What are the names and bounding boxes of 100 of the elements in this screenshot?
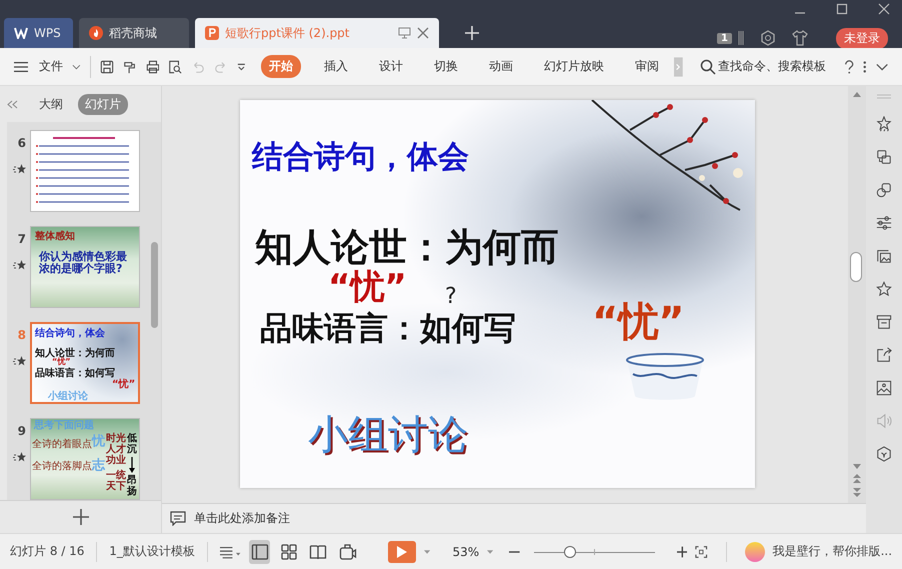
hexagon-icon[interactable] xyxy=(760,30,776,46)
document-tab[interactable]: WPS xyxy=(4,18,73,48)
thumbnail-text: 品味语言：如何写 xyxy=(35,368,115,379)
comment-icon xyxy=(170,511,186,526)
save-icon[interactable] xyxy=(100,58,114,74)
thumbnail-text: 全诗的着眼点 xyxy=(32,439,92,450)
ribbon-tab[interactable]: 设计 xyxy=(371,55,412,78)
add-slide-icon[interactable] xyxy=(72,509,88,525)
slide-number: 6 xyxy=(18,136,26,150)
zoom-in-icon[interactable] xyxy=(676,546,688,558)
slide-thumbnail[interactable]: 整体感知 你认为感情色彩最浓的是哪个字眼? xyxy=(30,226,140,308)
slide-thumbnail[interactable]: 结合诗句，体会 知人论世：为何而 “忧” 品味语言：如何写 “忧” 小组讨论 xyxy=(30,322,140,404)
copy-icon[interactable] xyxy=(876,149,892,165)
ribbon-tab[interactable]: 审阅 xyxy=(627,55,668,78)
slide-canvas[interactable]: 结合诗句，体会 知人论世：为何而 “忧” ? 品味语言：如何写 “忧” 小组讨论 xyxy=(240,100,755,488)
thumbnail-text: 一统天下 xyxy=(106,470,126,492)
presentation-file-icon xyxy=(205,26,219,40)
previous-slide-icon[interactable] xyxy=(853,474,861,483)
emphasis-text: “忧” xyxy=(328,270,407,304)
scroll-up-icon[interactable] xyxy=(853,92,861,97)
zoom-level[interactable]: 53% xyxy=(452,544,480,558)
columns-icon xyxy=(738,31,744,45)
template-name[interactable]: 1_默认设计模板 xyxy=(109,543,195,560)
image-gallery-icon[interactable] xyxy=(876,248,892,264)
thumbnail-heading: 整体感知 xyxy=(35,231,75,242)
scroll-down-icon[interactable] xyxy=(853,464,861,469)
ribbon-tab[interactable]: 动画 xyxy=(481,55,522,78)
thumbnail-text: 低沉 xyxy=(127,433,137,455)
thumbnail-text: 全诗的落脚点 xyxy=(32,461,92,472)
window-count-badge[interactable]: 1 xyxy=(717,32,732,44)
preview-icon[interactable] xyxy=(168,58,182,74)
ribbon-tab[interactable]: 切换 xyxy=(426,55,466,78)
drag-handle-icon xyxy=(877,94,891,99)
star-icon[interactable] xyxy=(876,281,892,297)
file-menu[interactable]: 文件 xyxy=(38,58,63,75)
shirt-icon[interactable] xyxy=(792,30,808,46)
slide-thumbnail[interactable] xyxy=(30,130,140,212)
archive-icon[interactable] xyxy=(876,314,892,330)
ribbon-tab[interactable]: 插入 xyxy=(316,55,356,78)
collapse-ribbon-icon[interactable] xyxy=(876,62,888,70)
slide-number: 7 xyxy=(18,232,26,246)
assistant-prompt[interactable]: 我是壁行，帮你排版... xyxy=(772,543,892,560)
thumbnail-text: 忧 xyxy=(92,435,105,450)
shapes-icon[interactable] xyxy=(876,182,892,198)
slide-footer-text: 小组讨论 xyxy=(308,415,468,455)
slide-number: 8 xyxy=(18,328,26,342)
normal-view-button[interactable] xyxy=(249,540,270,564)
help-icon[interactable] xyxy=(844,58,854,74)
play-icon xyxy=(396,544,408,558)
emphasis-text: “忧” xyxy=(592,302,685,342)
command-search[interactable]: 查找命令、搜索模板 xyxy=(700,58,826,75)
question-mark: ? xyxy=(445,286,457,308)
thumbnail-text: 小组讨论 xyxy=(48,391,88,402)
thumbnail-text: 时光人才功业 xyxy=(106,433,126,466)
monitor-icon[interactable] xyxy=(398,27,411,39)
more-icon[interactable] xyxy=(863,60,867,74)
w-logo-icon xyxy=(14,27,28,39)
sliders-icon[interactable] xyxy=(876,215,892,231)
slide-text: 品味语言：如何写 xyxy=(260,312,516,344)
image-icon[interactable] xyxy=(876,380,892,396)
panel-tab[interactable]: 大纲 xyxy=(32,94,70,114)
close-icon[interactable] xyxy=(878,3,890,15)
align-menu-icon[interactable] xyxy=(220,544,242,558)
animation-star-icon xyxy=(13,452,26,463)
thumbnail-text: 昂扬 xyxy=(127,475,137,497)
slide-title: 结合诗句，体会 xyxy=(252,142,469,173)
login-button[interactable]: 未登录 xyxy=(836,28,888,48)
slide-counter: 幻灯片 8 / 16 xyxy=(10,543,84,560)
ribbon-tab[interactable]: 幻灯片放映 xyxy=(536,55,612,78)
play-slideshow-button[interactable] xyxy=(388,540,416,562)
flame-icon xyxy=(89,26,103,40)
down-arrow-icon xyxy=(129,457,135,473)
maximize-icon[interactable] xyxy=(836,3,848,15)
next-slide-icon[interactable] xyxy=(853,488,861,497)
animation-star-icon xyxy=(13,260,26,271)
animation-star-icon xyxy=(13,356,26,367)
scrollbar-thumb[interactable] xyxy=(151,242,158,328)
shield-icon[interactable] xyxy=(876,446,892,462)
slide-number: 9 xyxy=(18,424,26,438)
share-icon[interactable] xyxy=(876,347,892,363)
slider-thumb[interactable] xyxy=(564,546,576,558)
close-icon[interactable] xyxy=(417,27,429,39)
document-tab[interactable]: 稻壳商城 xyxy=(79,18,189,48)
thumbnail-mark: “忧” xyxy=(112,379,136,390)
thumbnail-text: 知人论世：为何而 xyxy=(35,348,115,359)
sparkle-star-icon[interactable] xyxy=(876,116,892,132)
collapse-panel-icon[interactable] xyxy=(7,100,18,108)
print-icon[interactable] xyxy=(146,58,160,74)
zoom-slider[interactable] xyxy=(534,546,655,558)
thumbnail-text: 你认为感情色彩最浓的是哪个字眼? xyxy=(39,251,128,276)
add-tab-icon[interactable] xyxy=(465,26,479,40)
search-icon xyxy=(700,58,716,74)
caret-down-icon[interactable] xyxy=(237,62,246,70)
menu-icon[interactable] xyxy=(14,60,28,72)
thumbnail-text: 志 xyxy=(92,459,105,474)
fit-window-icon[interactable] xyxy=(695,544,708,558)
chevron-down-icon[interactable] xyxy=(72,64,81,70)
notes-area[interactable]: 单击此处添加备注 xyxy=(162,503,866,533)
scrollbar-thumb[interactable] xyxy=(850,252,862,282)
thumbnail-mark: “忧” xyxy=(52,358,71,367)
